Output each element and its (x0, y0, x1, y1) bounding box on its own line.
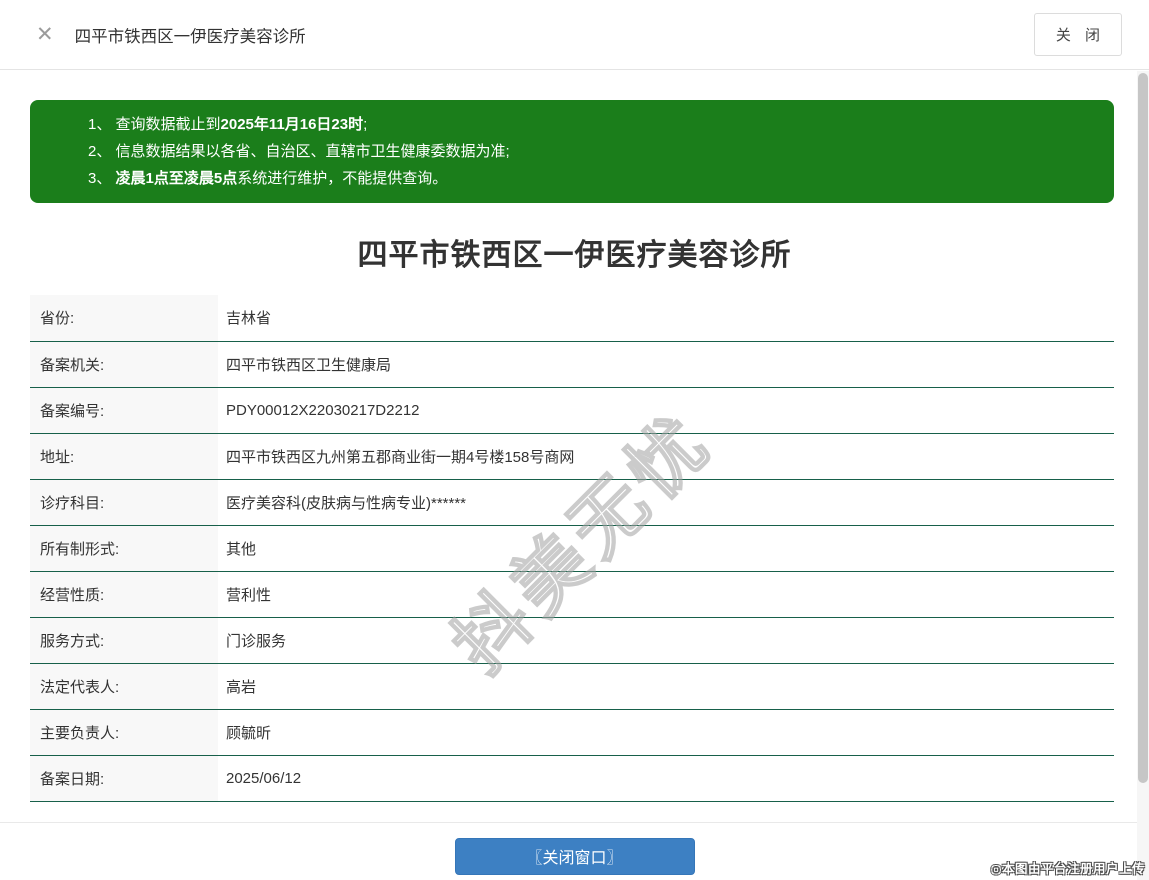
scrollbar[interactable] (1137, 71, 1149, 880)
page: { "header": { "close_icon": "✕", "title"… (0, 0, 1149, 880)
row-value: PDY00012X22030217D2212 (218, 387, 1114, 434)
content-area: 1、 查询数据截止到2025年11月16日23时; 2、 信息数据结果以各省、自… (0, 100, 1149, 802)
notice-line-2: 2、 信息数据结果以各省、自治区、直辖市卫生健康委数据为准; (88, 138, 1094, 165)
row-label: 经营性质: (30, 571, 218, 618)
table-row-service-mode: 服务方式: 门诊服务 (30, 617, 1114, 664)
notice-bold-text: 凌晨1点至凌晨5点 (115, 170, 238, 187)
table-row-business-nature: 经营性质: 营利性 (30, 571, 1114, 618)
row-label: 备案日期: (30, 755, 218, 802)
row-value: 顾毓昕 (218, 709, 1114, 756)
row-value: 四平市铁西区卫生健康局 (218, 341, 1114, 388)
row-label: 主要负责人: (30, 709, 218, 756)
table-row-legal-representative: 法定代表人: 高岩 (30, 663, 1114, 710)
row-label: 法定代表人: (30, 663, 218, 710)
row-label: 地址: (30, 433, 218, 480)
row-label: 诊疗科目: (30, 479, 218, 526)
row-value: 营利性 (218, 571, 1114, 618)
notice-box: 1、 查询数据截止到2025年11月16日23时; 2、 信息数据结果以各省、自… (30, 100, 1114, 203)
table-row-departments: 诊疗科目: 医疗美容科(皮肤病与性病专业)****** (30, 479, 1114, 526)
notice-text: 1、 查询数据截止到 (88, 116, 221, 133)
table-row-province: 省份: 吉林省 (30, 295, 1114, 342)
row-label: 备案编号: (30, 387, 218, 434)
notice-line-1: 1、 查询数据截止到2025年11月16日23时; (88, 111, 1094, 138)
window-title: 四平市铁西区一伊医疗美容诊所 (74, 27, 306, 46)
row-label: 备案机关: (30, 341, 218, 388)
row-value: 其他 (218, 525, 1114, 572)
table-row-address: 地址: 四平市铁西区九州第五郡商业街一期4号楼158号商网 (30, 433, 1114, 480)
row-label: 省份: (30, 295, 218, 342)
row-label: 服务方式: (30, 617, 218, 664)
table-row-filing-date: 备案日期: 2025/06/12 (30, 755, 1114, 802)
upload-attribution: ◎本图由平台注册用户上传 (990, 862, 1145, 876)
close-button[interactable]: 关 闭 (1033, 13, 1122, 56)
row-value: 2025/06/12 (218, 755, 1114, 802)
info-table: 省份: 吉林省 备案机关: 四平市铁西区卫生健康局 备案编号: PDY00012X22… (30, 295, 1114, 802)
notice-bold-text: 2025年11月16日23时 (220, 116, 364, 133)
scrollbar-thumb[interactable] (1138, 73, 1148, 783)
notice-text: 2、 信息数据结果以各省、自治区、直辖市卫生健康委数据为准; (88, 143, 510, 160)
footer-divider (0, 821, 1149, 823)
row-value: 四平市铁西区九州第五郡商业街一期4号楼158号商网 (218, 433, 1114, 480)
row-value: 医疗美容科(皮肤病与性病专业)****** (218, 479, 1114, 526)
table-row-ownership: 所有制形式: 其他 (30, 525, 1114, 572)
table-row-filing-authority: 备案机关: 四平市铁西区卫生健康局 (30, 341, 1114, 388)
close-icon[interactable]: ✕ (36, 24, 54, 45)
row-value: 高岩 (218, 663, 1114, 710)
window-header: ✕ 四平市铁西区一伊医疗美容诊所 关 闭 (0, 0, 1149, 70)
row-label: 所有制形式: (30, 525, 218, 572)
table-row-filing-number: 备案编号: PDY00012X22030217D2212 (30, 387, 1114, 434)
notice-line-3: 3、 凌晨1点至凌晨5点系统进行维护，不能提供查询。 (88, 165, 1094, 192)
notice-text: ; (363, 116, 368, 133)
notice-text: 系统进行维护，不能提供查询。 (237, 170, 448, 187)
row-value: 门诊服务 (218, 617, 1114, 664)
page-title: 四平市铁西区一伊医疗美容诊所 (357, 239, 792, 272)
table-row-principal: 主要负责人: 顾毓昕 (30, 709, 1114, 756)
row-value: 吉林省 (218, 295, 1114, 342)
notice-text: 3、 (88, 170, 116, 187)
close-window-button[interactable]: 〖关闭窗口〗 (454, 837, 695, 875)
